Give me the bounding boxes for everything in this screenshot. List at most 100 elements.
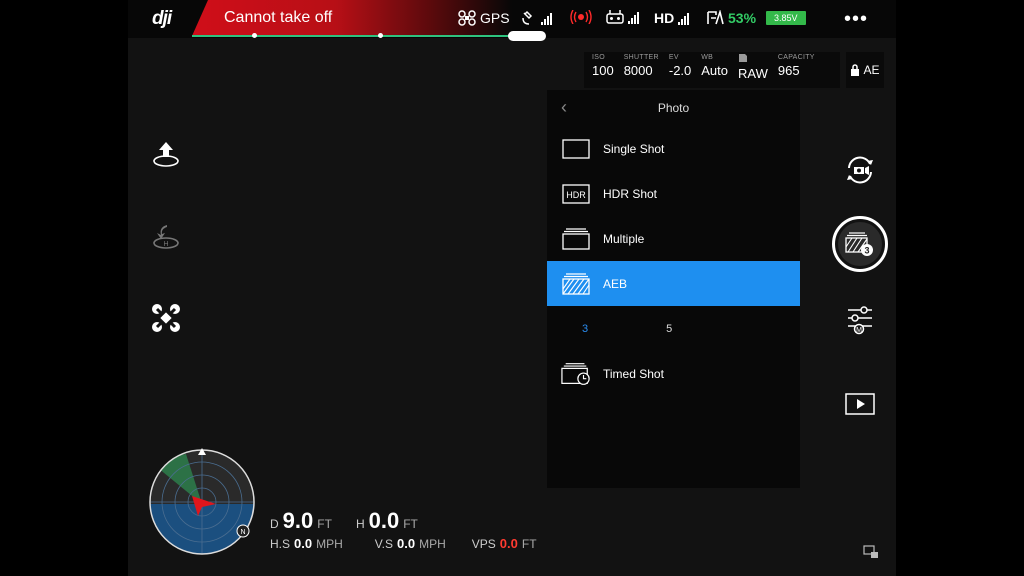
vspeed-value: 0.0 [397, 536, 416, 551]
mode-label: HDR Shot [603, 186, 658, 201]
remote-controller-signal[interactable] [606, 10, 639, 24]
lock-icon [851, 64, 860, 76]
height-unit: FT [403, 517, 418, 531]
mode-timed-shot[interactable]: Timed Shot [547, 351, 800, 396]
hdr-icon: HDR [561, 183, 591, 205]
single-shot-icon [561, 138, 591, 160]
status-progress-line [192, 35, 542, 37]
intelligent-flight-button[interactable] [146, 298, 186, 338]
param-value: RAW [738, 66, 768, 81]
photo-mode-panel: ‹ Photo Single Shot HDR HDR Shot Multipl… [547, 90, 800, 488]
aeb-icon [561, 272, 591, 295]
param-label: WB [701, 54, 714, 61]
mode-label: Timed Shot [603, 366, 664, 381]
multiple-icon [561, 227, 591, 250]
satellite-bars [541, 12, 552, 25]
param-value: 965 [777, 63, 800, 78]
ae-label: AE [863, 63, 880, 77]
map-toggle-button[interactable] [858, 540, 884, 564]
play-icon [845, 393, 875, 415]
window-switch-icon [863, 545, 878, 558]
aeb-shutter-icon: 3 [845, 232, 873, 256]
aeb-option-5[interactable]: 5 [666, 323, 672, 335]
aeb-option-3[interactable]: 3 [582, 323, 588, 335]
vps-label: VPS [471, 537, 496, 551]
return-home-icon: H [153, 225, 179, 249]
vspeed-label: V.S [374, 537, 394, 551]
flight-telemetry: D 9.0 FT H 0.0 FT H.S 0.0 MPH V.S 0.0 MP… [270, 508, 537, 551]
north-indicator: N [240, 529, 245, 536]
more-menu-button[interactable]: ••• [844, 8, 868, 31]
battery-percent: 53% [728, 10, 757, 26]
mode-label: Single Shot [603, 141, 665, 156]
param-value: Auto [701, 63, 729, 78]
auto-takeoff-button[interactable] [146, 134, 186, 174]
hd-video-signal[interactable]: HD [654, 10, 690, 26]
progress-handle[interactable] [508, 31, 546, 41]
satellite-icon [522, 10, 533, 25]
battery-icon [707, 10, 724, 25]
svg-text:H: H [163, 241, 168, 248]
panel-header: ‹ Photo [547, 90, 800, 126]
panel-title: Photo [657, 101, 690, 115]
vps-value: 0.0 [499, 536, 518, 551]
param-ev: EV -2.0 [665, 54, 695, 86]
svg-text:3: 3 [864, 246, 869, 256]
height-value: 0.0 [368, 508, 400, 533]
top-status-bar: dji Cannot take off GPS HD 53% 3.85V ••• [128, 0, 896, 41]
param-label: ISO [592, 54, 605, 61]
param-label: CAPACITY [777, 54, 815, 61]
rc-signal-bars [628, 11, 639, 24]
telemetry-row-speed: H.S 0.0 MPH V.S 0.0 MPH VPS 0.0 FT [270, 536, 537, 551]
distance-value: 9.0 [282, 508, 314, 533]
ae-lock-button[interactable]: AE [846, 52, 884, 88]
telemetry-row-distance: D 9.0 FT H 0.0 FT [270, 508, 537, 534]
mode-label: AEB [603, 276, 628, 291]
distance-label: D [270, 517, 279, 531]
param-format: RAW [734, 54, 772, 86]
mode-hdr-shot[interactable]: HDR HDR Shot [547, 171, 800, 216]
shutter-inner: 3 [838, 222, 882, 266]
attitude-radar[interactable]: N [146, 446, 258, 558]
height-label: H [355, 517, 365, 531]
radio-warning-icon [570, 10, 592, 24]
param-value: 8000 [623, 63, 653, 78]
mode-aeb[interactable]: AEB [547, 261, 800, 306]
battery-voltage: 3.85V [766, 11, 806, 25]
hspeed-unit: MPH [316, 537, 343, 551]
shutter-button[interactable]: 3 [832, 216, 888, 272]
param-label: EV [668, 54, 679, 61]
svg-text:HDR: HDR [566, 190, 586, 200]
hd-signal-bars [678, 12, 690, 25]
mode-multiple[interactable]: Multiple [547, 216, 800, 261]
param-value: -2.0 [668, 63, 692, 78]
drone-mode-icon [152, 304, 180, 332]
gps-status[interactable]: GPS [458, 10, 510, 26]
mode-label: Multiple [603, 231, 645, 246]
obstacle-sensor-status[interactable] [570, 10, 592, 24]
progress-dot [378, 33, 383, 38]
camera-parameters[interactable]: ISO 100 SHUTTER 8000 EV -2.0 WB Auto RAW… [584, 52, 840, 88]
camera-settings-button[interactable]: M [840, 300, 880, 340]
return-home-button[interactable]: H [146, 216, 186, 256]
photo-video-switch-button[interactable] [840, 150, 880, 190]
drone-icon [458, 10, 476, 26]
mode-single-shot[interactable]: Single Shot [547, 126, 800, 171]
dji-logo[interactable]: dji [152, 8, 172, 30]
satellite-signal[interactable] [521, 10, 552, 26]
remote-controller-icon [606, 10, 624, 24]
param-label: SHUTTER [623, 54, 659, 61]
playback-button[interactable] [840, 384, 880, 424]
svg-text:M: M [856, 327, 862, 334]
dji-go-app: dji Cannot take off GPS HD 53% 3.85V •••… [128, 0, 896, 576]
camera-switch-icon [847, 156, 873, 184]
vps-unit: FT [521, 537, 537, 551]
param-value: 100 [592, 63, 614, 78]
progress-dot [252, 33, 257, 38]
distance-unit: FT [317, 517, 332, 531]
sliders-icon: M [848, 306, 872, 335]
hspeed-value: 0.0 [294, 536, 313, 551]
battery-status[interactable]: 53% 3.85V [706, 10, 806, 26]
vspeed-unit: MPH [419, 537, 446, 551]
flight-status-text[interactable]: Cannot take off [224, 9, 332, 27]
